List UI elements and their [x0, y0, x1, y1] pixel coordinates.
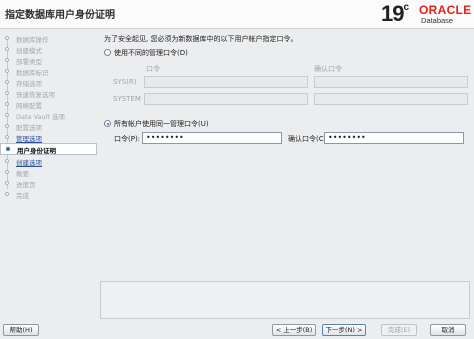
finish-button: 完成(E) [381, 324, 417, 336]
step-label: 部署类型 [16, 58, 42, 66]
step-label[interactable]: 管理选项 [16, 133, 42, 143]
step-finish: 完成 [0, 189, 97, 200]
radio-different-passwords[interactable] [104, 49, 111, 56]
step-dot-icon [5, 113, 9, 117]
wizard-steps: 数据库操作 创建模式 部署类型 数据库标识 存储选项 快速恢复选项 网络配置 D… [0, 29, 97, 319]
page-title: 指定数据库用户身份证明 [5, 10, 115, 21]
step-dot-icon [5, 91, 9, 95]
step-dot-icon [5, 36, 9, 40]
sys-password-field [144, 76, 308, 88]
step-dot-icon [5, 58, 9, 62]
step-label: 完成 [16, 192, 29, 200]
step-summary: 概要 [0, 167, 97, 178]
password-field[interactable]: •••••••• [142, 132, 282, 144]
sys-label: SYS(R) [113, 78, 137, 86]
step-creation-option[interactable]: 创建选项 [0, 156, 97, 167]
system-confirm-field [314, 93, 468, 105]
system-label: SYSTEM [113, 95, 141, 103]
next-button[interactable]: 下一步(N) > [322, 324, 366, 336]
step-fast-recovery: 快速恢复选项 [0, 88, 97, 99]
confirm-password-field[interactable]: •••••••• [324, 132, 464, 144]
option-different-label[interactable]: 使用不同的管理口令(D) [114, 48, 188, 58]
sys-confirm-field [314, 76, 468, 88]
column-password-label: 口令 [146, 65, 160, 73]
option-same-label[interactable]: 所有帐户使用同一管理口令(U) [114, 119, 209, 129]
back-button[interactable]: < 上一步(B) [272, 324, 316, 336]
step-dot-icon [5, 170, 9, 174]
step-label: 配置选项 [16, 124, 42, 132]
step-dot-icon [5, 69, 9, 73]
step-label: 数据库标识 [16, 69, 49, 77]
step-label: 快速恢复选项 [16, 91, 55, 99]
step-dot-icon [5, 192, 9, 196]
step-dot-icon [5, 124, 9, 128]
step-label: 进度页 [16, 181, 36, 189]
help-button[interactable]: 帮助(H) [3, 324, 39, 336]
step-label: 数据库操作 [16, 36, 49, 44]
step-label[interactable]: 创建选项 [16, 157, 42, 167]
system-password-field [144, 93, 308, 105]
step-data-vault: Data Vault 选项 [0, 110, 97, 121]
step-db-operation: 数据库操作 [0, 33, 97, 44]
step-dot-icon [6, 147, 10, 151]
step-dot-icon [5, 47, 9, 51]
step-dot-icon [5, 181, 9, 185]
step-label: 存储选项 [16, 80, 42, 88]
oracle-product: Database [421, 16, 454, 25]
step-management-options[interactable]: 管理选项 [0, 132, 97, 143]
step-creation-mode: 创建模式 [0, 44, 97, 55]
step-user-credentials: 用户身份证明 [0, 143, 97, 155]
radio-same-password[interactable] [104, 120, 111, 127]
cancel-button[interactable]: 取消 [430, 324, 466, 336]
column-confirm-label: 确认口令 [314, 65, 342, 73]
step-label: 创建模式 [16, 47, 42, 55]
oracle-brand: ORACLE [419, 3, 472, 17]
logo-version: 19 [381, 1, 405, 26]
step-network-config: 网络配置 [0, 99, 97, 110]
confirm-password-label: 确认口令(C): [288, 135, 329, 143]
step-config-options: 配置选项 [0, 121, 97, 132]
step-dot-icon [5, 159, 9, 163]
password-label: 口令(P): [114, 135, 141, 143]
step-dot-icon [5, 135, 9, 139]
oracle-19c-logo: 19c [381, 1, 409, 27]
step-label: 概要 [16, 170, 29, 178]
step-db-identification: 数据库标识 [0, 66, 97, 77]
step-label: 用户身份证明 [17, 147, 56, 155]
step-progress: 进度页 [0, 178, 97, 189]
header-bar: 指定数据库用户身份证明 19c ORACLE Database [0, 0, 474, 29]
step-dot-icon [5, 80, 9, 84]
step-label: 网络配置 [16, 102, 42, 110]
step-dot-icon [5, 102, 9, 106]
step-deployment-type: 部署类型 [0, 55, 97, 66]
logo-version-suffix: c [403, 2, 409, 13]
intro-text: 为了安全起见, 您必须为新数据库中的以下用户帐户指定口令。 [104, 35, 298, 43]
step-label: Data Vault 选项 [16, 113, 66, 121]
step-storage-option: 存储选项 [0, 77, 97, 88]
message-area [100, 281, 470, 319]
